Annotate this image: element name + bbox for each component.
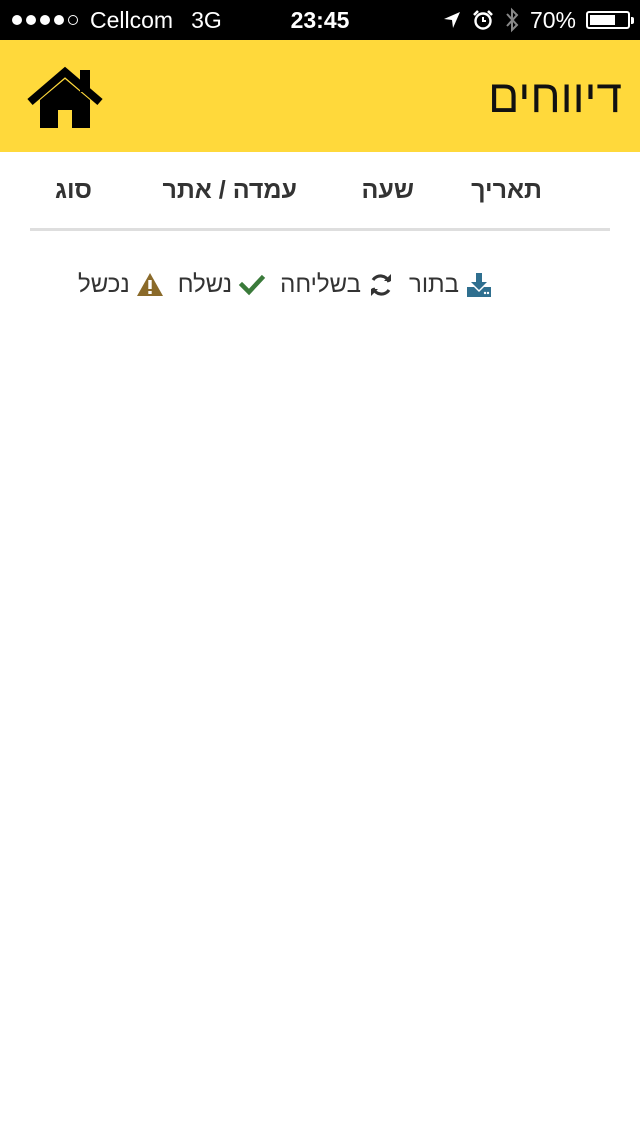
column-header-time[interactable]: שעה	[362, 152, 414, 228]
legend-item-queued: בתור	[409, 271, 493, 299]
legend-label-queued: בתור	[409, 271, 459, 298]
alarm-clock-icon	[473, 10, 493, 30]
legend-item-sending: בשליחה	[280, 271, 395, 299]
warning-icon	[136, 273, 163, 296]
legend-label-sent: נשלח	[177, 271, 233, 298]
table-header: תאריך שעה עמדה / אתר סוג	[30, 152, 610, 231]
check-icon	[238, 274, 266, 296]
column-header-type[interactable]: סוג	[55, 152, 92, 228]
page-title: דיווחים	[488, 70, 622, 122]
status-right: 70%	[442, 0, 634, 40]
battery-percent: 70%	[529, 6, 576, 33]
bluetooth-icon	[506, 7, 519, 33]
status-legend: בתור בשליחה נשלח נכשל	[78, 268, 493, 302]
column-header-station[interactable]: עמדה / אתר	[162, 152, 297, 228]
legend-label-failed: נכשל	[78, 271, 130, 298]
legend-item-sent: נשלח	[178, 271, 266, 299]
home-icon	[27, 66, 103, 128]
column-header-date[interactable]: תאריך	[471, 152, 542, 228]
location-arrow-icon	[443, 12, 460, 28]
legend-label-sending: בשליחה	[280, 271, 361, 298]
home-button[interactable]	[26, 66, 104, 130]
status-bar: Cellcom 3G 23:45 70%	[0, 0, 640, 40]
refresh-icon	[371, 274, 391, 296]
legend-item-failed: נכשל	[78, 271, 164, 299]
download-icon	[467, 273, 491, 297]
app-header: דיווחים	[0, 40, 640, 152]
battery-icon	[586, 11, 634, 29]
